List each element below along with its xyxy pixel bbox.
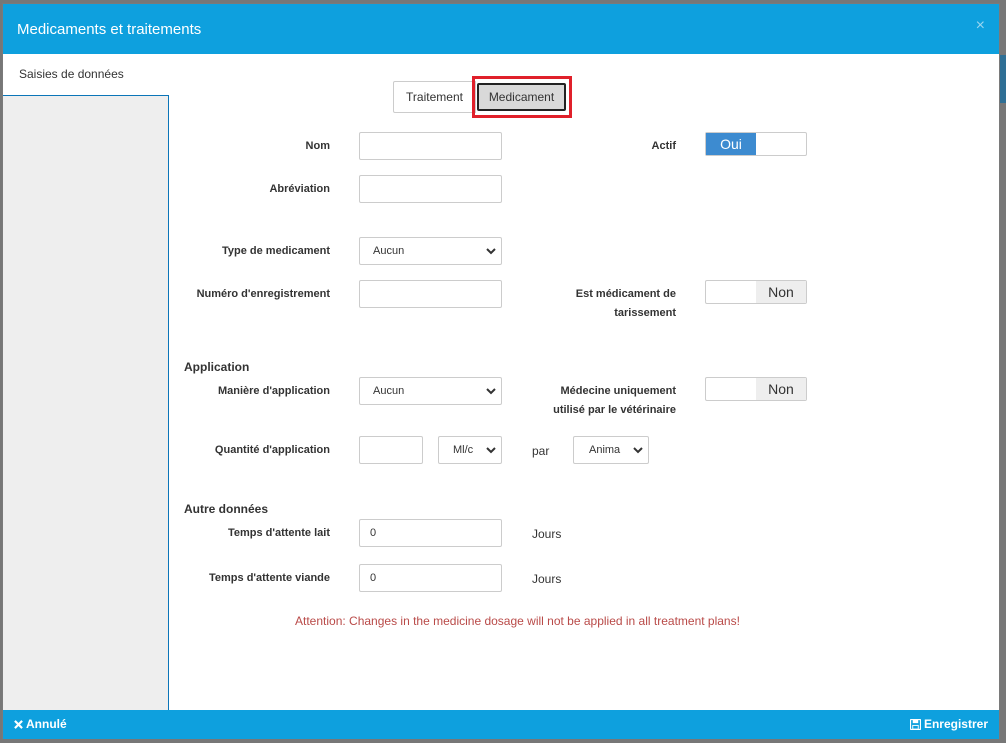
tab-traitement[interactable]: Traitement — [393, 81, 476, 113]
save-label: Enregistrer — [923, 717, 988, 731]
modal-header: Medicaments et traitements × — [3, 4, 999, 54]
quantite-unit-value: Ml/c — [453, 444, 474, 456]
cancel-label: Annulé — [26, 717, 67, 731]
actif-label: Actif — [651, 140, 676, 152]
maniere-select[interactable]: Aucun — [359, 377, 502, 405]
application-section-heading: Application — [184, 360, 250, 374]
sidebar: Saisies de données — [3, 54, 169, 710]
toggle-off-label: Non — [756, 378, 806, 400]
type-medicament-label: Type de medicament — [222, 245, 330, 257]
veterinaire-toggle[interactable]: Non — [705, 377, 807, 401]
maniere-label: Manière d'application — [217, 385, 330, 397]
attente-lait-input[interactable]: 0 — [359, 519, 502, 547]
attente-lait-label: Temps d'attente lait — [227, 527, 330, 539]
save-button[interactable]: Enregistrer — [909, 717, 988, 731]
chevron-down-icon — [486, 248, 496, 255]
type-medicament-value: Aucun — [373, 245, 405, 257]
toggle-on-side — [706, 281, 756, 303]
par-value: Anima — [589, 444, 621, 456]
cancel-button[interactable]: Annulé — [14, 717, 67, 731]
toggle-on-label: Oui — [706, 133, 756, 155]
attente-viande-unit: Jours — [532, 572, 562, 586]
abreviation-input[interactable] — [359, 175, 502, 203]
quantite-unit-select[interactable]: Ml/c — [438, 436, 502, 464]
actif-toggle[interactable]: Oui — [705, 132, 807, 156]
medicament-dialog: Medicaments et traitements × Saisies de … — [2, 3, 1000, 739]
maniere-value: Aucun — [373, 385, 405, 397]
modal-footer: Annulé Enregistrer — [3, 710, 999, 739]
times-icon — [14, 719, 23, 729]
chevron-down-icon — [633, 447, 643, 454]
sidebar-tab-saisies[interactable]: Saisies de données — [3, 54, 169, 96]
attente-viande-input[interactable]: 0 — [359, 564, 502, 592]
abreviation-label: Abréviation — [269, 183, 330, 195]
attente-viande-label: Temps d'attente viande — [209, 572, 330, 584]
modal-title: Medicaments et traitements — [17, 21, 202, 38]
veterinaire-label-line1: Médecine uniquement — [560, 385, 676, 397]
floppy-disk-icon — [909, 718, 921, 730]
par-select[interactable]: Anima — [573, 436, 649, 464]
quantite-label: Quantité d'application — [214, 444, 330, 456]
tarissement-label-line2: tarissement — [614, 307, 676, 319]
tarissement-label-line1: Est médicament de — [575, 288, 676, 300]
veterinaire-label-line2: utilisé par le vétérinaire — [553, 404, 676, 416]
toggle-off-side — [756, 133, 806, 155]
quantite-input[interactable] — [359, 436, 423, 464]
nom-label: Nom — [305, 140, 330, 152]
chevron-down-icon — [486, 447, 496, 454]
par-label: par — [532, 444, 550, 458]
nom-input[interactable] — [359, 132, 502, 160]
chevron-down-icon — [486, 388, 496, 395]
type-medicament-select[interactable]: Aucun — [359, 237, 502, 265]
dosage-warning: Attention: Changes in the medicine dosag… — [295, 614, 740, 628]
autre-donnees-section-heading: Autre données — [184, 502, 269, 516]
numero-input[interactable] — [359, 280, 502, 308]
toggle-off-label: Non — [756, 281, 806, 303]
tab-medicament[interactable]: Medicament — [477, 83, 566, 111]
toggle-on-side — [706, 378, 756, 400]
close-icon[interactable]: × — [976, 17, 985, 35]
form-content: Traitement Medicament Nom Actif Oui Abré… — [170, 54, 1001, 710]
tarissement-toggle[interactable]: Non — [705, 280, 807, 304]
attente-lait-unit: Jours — [532, 527, 562, 541]
numero-label: Numéro d'enregistrement — [196, 288, 330, 300]
